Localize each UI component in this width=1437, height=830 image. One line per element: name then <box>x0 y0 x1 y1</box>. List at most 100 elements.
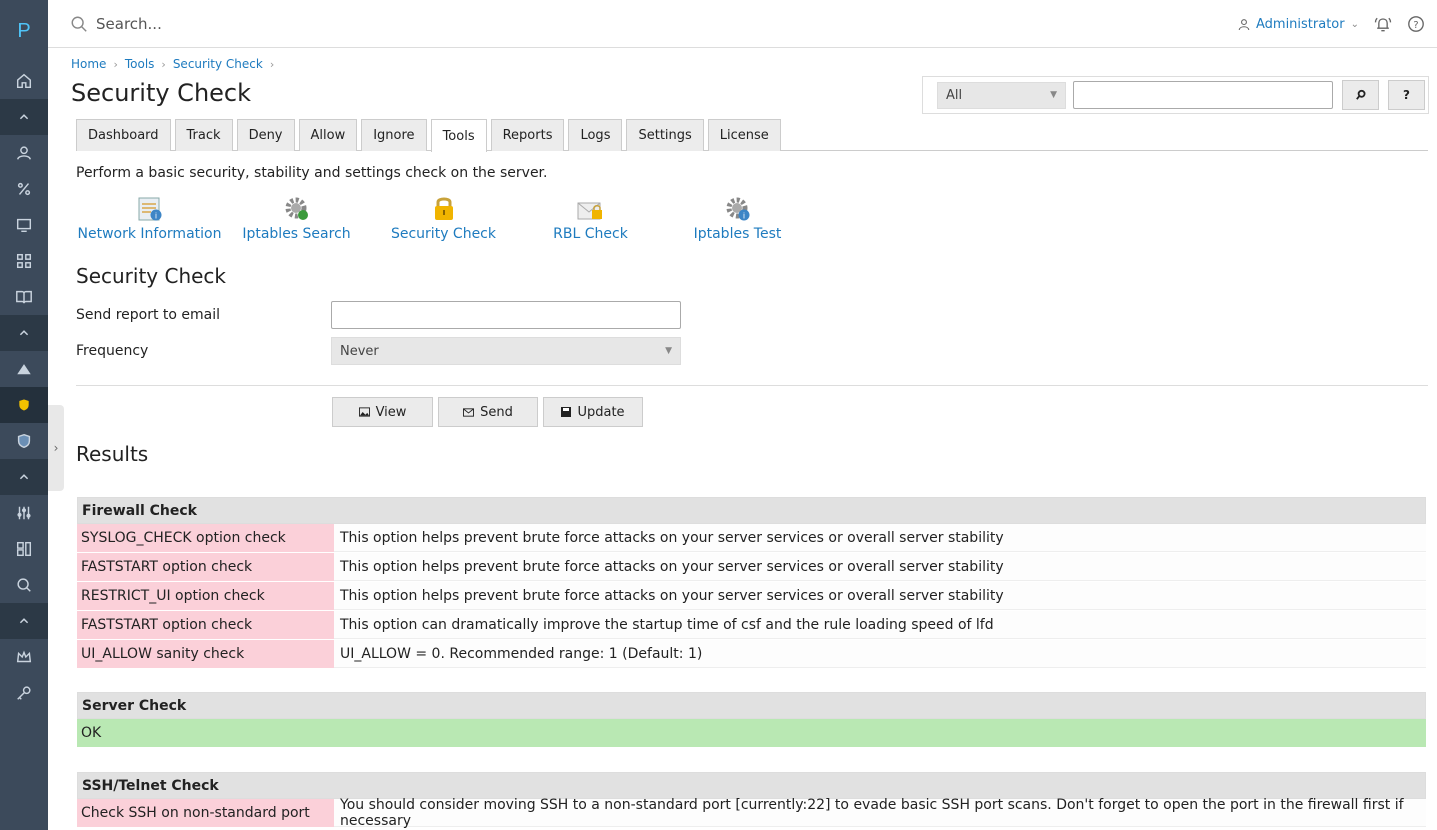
global-search-input[interactable] <box>96 14 696 33</box>
tab-settings[interactable]: Settings <box>626 119 704 151</box>
tab-allow[interactable]: Allow <box>298 119 358 151</box>
tool-iptables-search[interactable]: Iptables Search <box>223 194 370 242</box>
shield-icon[interactable] <box>0 423 48 459</box>
save-icon <box>561 407 572 417</box>
help-icon[interactable]: ? <box>1407 15 1425 33</box>
tab-deny[interactable]: Deny <box>236 119 295 151</box>
tool-network-information[interactable]: i Network Information <box>76 194 223 242</box>
update-button-label: Update <box>577 404 625 420</box>
tool-rbl-check[interactable]: RBL Check <box>517 194 664 242</box>
chevron-up-icon[interactable] <box>0 315 48 351</box>
user-menu[interactable]: Administrator ⌄ <box>1238 17 1359 32</box>
check-name: FASTSTART option check <box>77 611 334 639</box>
tool-iptables-test[interactable]: i Iptables Test <box>664 194 811 242</box>
check-message: UI_ALLOW = 0. Recommended range: 1 (Defa… <box>334 640 1426 668</box>
svg-text:i: i <box>742 212 744 221</box>
tool-label: Iptables Search <box>242 226 351 242</box>
results-title: Results <box>76 442 149 466</box>
tool-security-check[interactable]: Security Check <box>370 194 517 242</box>
chevron-up-icon[interactable] <box>0 459 48 495</box>
caret-down-icon: ▼ <box>1050 90 1057 100</box>
key-icon[interactable] <box>0 675 48 711</box>
search-icon <box>1355 89 1365 100</box>
section-header: Firewall Check <box>77 497 1426 524</box>
mail-lock-icon <box>577 194 605 222</box>
table-row: RESTRICT_UI option check This option hel… <box>77 582 1426 611</box>
check-name: UI_ALLOW sanity check <box>77 640 334 668</box>
breadcrumb-tools[interactable]: Tools <box>125 57 155 71</box>
frequency-label: Frequency <box>76 343 149 359</box>
gear-info-icon: i <box>725 194 751 222</box>
section-header: SSH/Telnet Check <box>77 772 1426 799</box>
tab-dashboard[interactable]: Dashboard <box>76 119 171 151</box>
quick-search-box: All ▼ ? <box>922 76 1429 114</box>
update-button[interactable]: Update <box>543 397 643 427</box>
frequency-value: Never <box>340 343 379 359</box>
check-message: This option helps prevent brute force at… <box>334 582 1426 610</box>
action-buttons: View Send Update <box>332 397 643 427</box>
layout-icon[interactable] <box>0 531 48 567</box>
user-icon[interactable] <box>0 135 48 171</box>
gear-icon <box>284 194 310 222</box>
page-description: Perform a basic security, stability and … <box>76 165 548 181</box>
divider <box>76 385 1428 386</box>
caret-down-icon: ▼ <box>665 346 672 356</box>
envelope-icon <box>463 407 475 417</box>
user-name: Administrator <box>1255 16 1345 32</box>
check-name: RESTRICT_UI option check <box>77 582 334 610</box>
sliders-icon[interactable] <box>0 495 48 531</box>
check-message: This option can dramatically improve the… <box>334 611 1426 639</box>
chevron-right-icon: › <box>113 57 118 71</box>
help-button[interactable]: ? <box>1388 80 1425 110</box>
book-icon[interactable] <box>0 279 48 315</box>
tool-label: RBL Check <box>553 226 628 242</box>
search-icon <box>71 16 87 32</box>
report-email-input[interactable] <box>331 301 681 329</box>
chevron-up-icon[interactable] <box>0 603 48 639</box>
tab-ignore[interactable]: Ignore <box>361 119 427 151</box>
app-logo[interactable]: P <box>0 0 48 63</box>
breadcrumb-security-check[interactable]: Security Check <box>173 57 263 71</box>
check-name: SYSLOG_CHECK option check <box>77 524 334 552</box>
chevron-right-icon: › <box>269 57 275 71</box>
notifications-icon[interactable] <box>1373 15 1393 33</box>
tool-label: Network Information <box>77 226 222 242</box>
status-ok: OK <box>77 719 1426 747</box>
search-icon[interactable] <box>0 567 48 603</box>
tab-reports[interactable]: Reports <box>490 119 565 151</box>
main-content: Home › Tools › Security Check › Security… <box>71 48 1431 829</box>
crown-icon[interactable] <box>0 639 48 675</box>
check-message: This option helps prevent brute force at… <box>334 524 1426 552</box>
network-info-icon: i <box>137 194 163 222</box>
tab-license[interactable]: License <box>707 119 781 151</box>
tab-bar: Dashboard Track Deny Allow Ignore Tools … <box>76 119 1428 152</box>
monitor-icon[interactable] <box>0 207 48 243</box>
tab-tools[interactable]: Tools <box>430 119 487 152</box>
top-bar: Administrator ⌄ ? <box>48 0 1437 48</box>
search-scope-value: All <box>946 87 963 103</box>
quick-search-button[interactable] <box>1342 80 1379 110</box>
svg-text:i: i <box>154 212 156 221</box>
shield-icon[interactable] <box>0 387 48 423</box>
plugin-icon[interactable] <box>0 351 48 387</box>
send-button[interactable]: Send <box>438 397 538 427</box>
quick-search-input[interactable] <box>1073 81 1333 109</box>
home-icon[interactable] <box>0 63 48 99</box>
left-rail: P <box>0 0 48 830</box>
sidebar-expand-button[interactable]: › <box>48 405 64 491</box>
user-icon <box>1238 18 1250 30</box>
breadcrumb-home[interactable]: Home <box>71 57 106 71</box>
view-button[interactable]: View <box>332 397 433 427</box>
ssh-telnet-check-table: SSH/Telnet Check Check SSH on non-standa… <box>77 772 1426 829</box>
chevron-up-icon[interactable] <box>0 99 48 135</box>
check-name: Check SSH on non-standard port <box>77 799 334 827</box>
percent-icon[interactable] <box>0 171 48 207</box>
grid-icon[interactable] <box>0 243 48 279</box>
tab-logs[interactable]: Logs <box>568 119 623 151</box>
frequency-select[interactable]: Never ▼ <box>331 337 681 365</box>
lock-icon <box>432 194 456 222</box>
tab-track[interactable]: Track <box>174 119 233 151</box>
search-scope-select[interactable]: All ▼ <box>937 81 1066 109</box>
chevron-down-icon: ⌄ <box>1350 18 1359 30</box>
image-icon <box>358 407 370 417</box>
